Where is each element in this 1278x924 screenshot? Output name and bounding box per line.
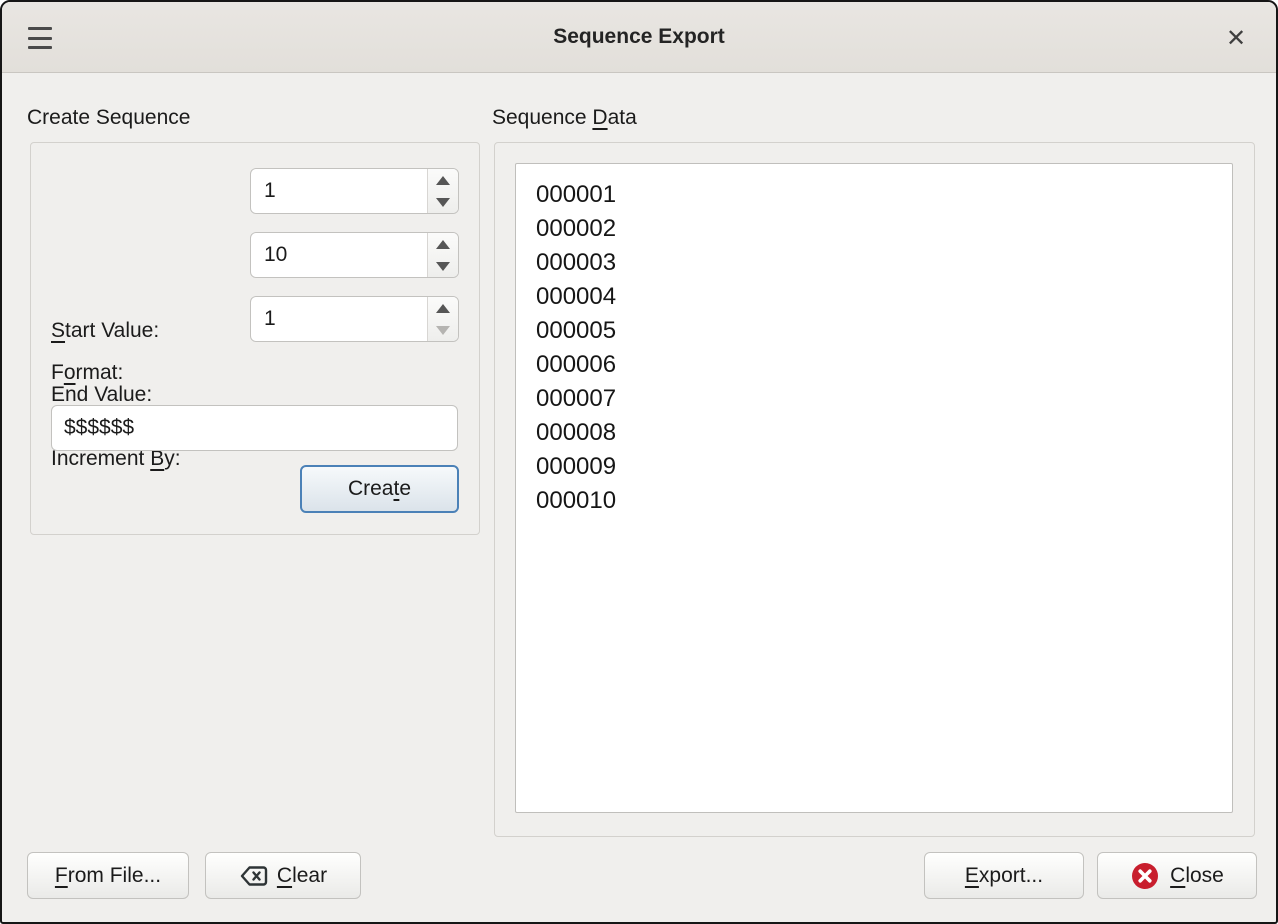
window-title: Sequence Export xyxy=(2,25,1276,49)
create-sequence-frame: Start Value: End Value: Increment By: xyxy=(30,142,480,535)
sequence-item: 000003 xyxy=(536,246,1232,280)
label-text: ata xyxy=(608,106,637,129)
spin-up-button[interactable] xyxy=(428,169,458,191)
label-mnemonic: o xyxy=(64,361,76,384)
sequence-item: 000010 xyxy=(536,484,1232,518)
sequence-item: 000001 xyxy=(536,178,1232,212)
spin-up-button[interactable] xyxy=(428,233,458,255)
sequence-item: 000009 xyxy=(536,450,1232,484)
label-text: rom File... xyxy=(68,864,161,887)
label-mnemonic: C xyxy=(277,864,292,887)
end-value-label: End Value: xyxy=(51,383,152,407)
sequence-list[interactable]: 000001 000002 000003 000004 000005 00000… xyxy=(515,163,1233,813)
label-text: lear xyxy=(292,864,327,887)
sequence-item: 000006 xyxy=(536,348,1232,382)
label-text: Crea xyxy=(348,477,394,500)
spin-up-button[interactable] xyxy=(428,297,458,319)
spin-down-button xyxy=(428,319,458,341)
sequence-item: 000002 xyxy=(536,212,1232,246)
create-sequence-heading: Create Sequence xyxy=(27,106,190,130)
label-mnemonic: C xyxy=(1170,864,1185,887)
arrow-down-icon xyxy=(436,198,450,207)
format-label: Format: xyxy=(51,361,123,385)
spin-buttons xyxy=(427,169,458,213)
label-text: F xyxy=(51,361,64,384)
arrow-down-icon xyxy=(436,326,450,335)
button-label: Clear xyxy=(277,864,327,888)
label-text: End xyxy=(51,383,94,406)
sequence-item: 000008 xyxy=(536,416,1232,450)
arrow-up-icon xyxy=(436,176,450,185)
arrow-down-icon xyxy=(436,262,450,271)
arrow-up-icon xyxy=(436,240,450,249)
increment-by-spinbox xyxy=(250,296,459,342)
create-sequence-heading-text: Create Sequence xyxy=(27,106,190,129)
increment-by-input[interactable] xyxy=(251,297,427,341)
clear-button[interactable]: Clear xyxy=(205,852,361,899)
sequence-data-frame: 000001 000002 000003 000004 000005 00000… xyxy=(494,142,1255,837)
sequence-item: 000005 xyxy=(536,314,1232,348)
button-label: Create xyxy=(348,477,411,501)
spin-down-button[interactable] xyxy=(428,255,458,277)
sequence-data-heading: Sequence Data xyxy=(492,106,637,130)
label-mnemonic: E xyxy=(965,864,979,887)
titlebar: Sequence Export ✕ xyxy=(2,2,1276,73)
close-window-icon[interactable]: ✕ xyxy=(1220,23,1252,53)
close-button[interactable]: Close xyxy=(1097,852,1257,899)
label-mnemonic: S xyxy=(51,319,65,342)
create-button[interactable]: Create xyxy=(300,465,459,513)
label-text: tart Value: xyxy=(65,319,159,342)
spin-buttons xyxy=(427,233,458,277)
label-mnemonic: D xyxy=(592,106,607,129)
end-value-spinbox xyxy=(250,232,459,278)
start-value-input[interactable] xyxy=(251,169,427,213)
format-entry xyxy=(51,405,458,451)
label-text: e xyxy=(399,477,411,500)
button-label: Export... xyxy=(965,864,1043,888)
spin-down-button[interactable] xyxy=(428,191,458,213)
button-label: From File... xyxy=(55,864,161,888)
sequence-item: 000004 xyxy=(536,280,1232,314)
sequence-export-dialog: Sequence Export ✕ Create Sequence Start … xyxy=(0,0,1278,924)
export-button[interactable]: Export... xyxy=(924,852,1084,899)
label-text: alue: xyxy=(107,383,153,406)
label-mnemonic: F xyxy=(55,864,68,887)
button-label: Close xyxy=(1170,864,1224,888)
start-value-label: Start Value: xyxy=(51,319,159,343)
sequence-item: 000007 xyxy=(536,382,1232,416)
label-text: rmat: xyxy=(76,361,124,384)
spin-buttons xyxy=(427,297,458,341)
label-mnemonic: V xyxy=(94,383,106,406)
label-text: lose xyxy=(1185,864,1224,887)
arrow-up-icon xyxy=(436,304,450,313)
end-value-input[interactable] xyxy=(251,233,427,277)
label-text: xport... xyxy=(979,864,1043,887)
label-text: Sequence xyxy=(492,106,592,129)
cancel-red-icon xyxy=(1130,861,1160,891)
backspace-clear-icon xyxy=(239,863,269,889)
format-input[interactable] xyxy=(52,406,457,450)
from-file-button[interactable]: From File... xyxy=(27,852,189,899)
start-value-spinbox xyxy=(250,168,459,214)
